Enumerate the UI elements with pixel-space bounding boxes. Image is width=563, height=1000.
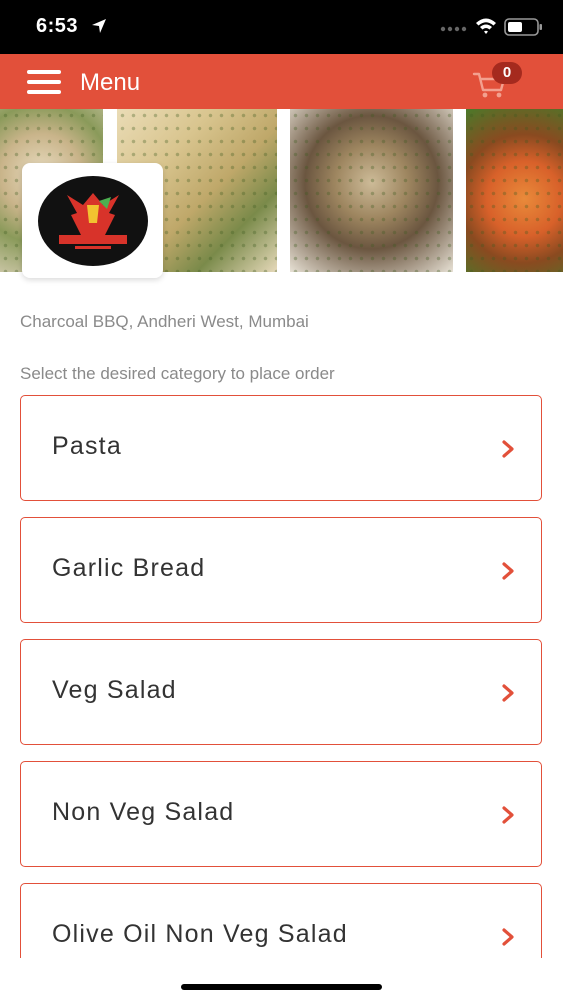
banner-image-mushroom-spaghetti bbox=[290, 109, 453, 272]
category-item-non-veg-salad[interactable]: Non Veg Salad bbox=[20, 761, 542, 867]
restaurant-logo-card bbox=[22, 163, 163, 278]
chevron-right-icon bbox=[502, 562, 514, 580]
cart-count-badge: 0 bbox=[492, 62, 522, 84]
category-item-veg-salad[interactable]: Veg Salad bbox=[20, 639, 542, 745]
app-header: Menu 0 bbox=[0, 54, 563, 109]
category-item-pasta[interactable]: Pasta bbox=[20, 395, 542, 501]
battery-icon bbox=[504, 18, 542, 36]
chevron-right-icon bbox=[502, 928, 514, 946]
home-indicator[interactable] bbox=[181, 984, 382, 990]
wifi-icon bbox=[476, 18, 496, 34]
banner-image-penne bbox=[466, 109, 563, 272]
hamburger-icon[interactable] bbox=[27, 70, 61, 94]
page-title: Menu bbox=[80, 69, 141, 96]
location-arrow-icon bbox=[92, 19, 106, 33]
cart-button[interactable]: 0 bbox=[472, 62, 524, 100]
signal-icon bbox=[440, 26, 467, 32]
restaurant-location: Charcoal BBQ, Andheri West, Mumbai bbox=[20, 312, 309, 331]
category-label: Pasta bbox=[52, 432, 122, 460]
category-prompt: Select the desired category to place ord… bbox=[20, 364, 335, 383]
category-label: Veg Salad bbox=[52, 676, 177, 704]
category-label: Non Veg Salad bbox=[52, 798, 235, 826]
category-label: Garlic Bread bbox=[52, 554, 206, 582]
chevron-right-icon bbox=[502, 440, 514, 458]
status-bar: 6:53 bbox=[0, 0, 563, 54]
restaurant-logo bbox=[38, 176, 148, 266]
category-item-garlic-bread[interactable]: Garlic Bread bbox=[20, 517, 542, 623]
chevron-right-icon bbox=[502, 806, 514, 824]
bottom-safe-area bbox=[0, 958, 563, 1000]
category-label: Olive Oil Non Veg Salad bbox=[52, 920, 348, 948]
status-time: 6:53 bbox=[36, 15, 79, 37]
chevron-right-icon bbox=[502, 684, 514, 702]
